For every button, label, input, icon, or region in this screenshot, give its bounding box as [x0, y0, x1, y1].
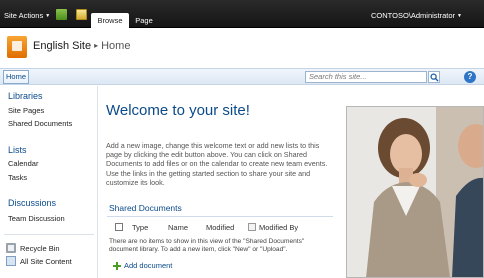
chevron-down-icon: ▼ [457, 13, 462, 19]
document-icon [248, 223, 256, 231]
site-actions-menu[interactable]: Site Actions ▼ [4, 11, 50, 20]
ql-item-shared-documents[interactable]: Shared Documents [8, 119, 72, 128]
ql-item-site-pages[interactable]: Site Pages [8, 106, 44, 115]
empty-list-message: There are no items to show in this view … [109, 238, 305, 254]
search-button[interactable] [428, 71, 440, 83]
chevron-down-icon: ▼ [45, 13, 51, 19]
tab-home[interactable]: Home [3, 70, 29, 84]
ql-heading-libraries[interactable]: Libraries [8, 91, 43, 101]
navigate-up-icon[interactable] [56, 9, 67, 20]
search-input[interactable]: Search this site... [305, 71, 427, 83]
welcome-title: Welcome to your site! [106, 102, 250, 119]
add-icon [113, 262, 121, 270]
column-header-name[interactable]: Name [168, 223, 188, 232]
search-icon [430, 73, 439, 82]
help-icon[interactable]: ? [464, 71, 476, 83]
edit-page-icon[interactable] [76, 9, 87, 20]
ql-item-calendar[interactable]: Calendar [8, 159, 38, 168]
site-actions-label: Site Actions [4, 11, 44, 20]
all-site-content-icon [6, 256, 16, 266]
quick-launch: Libraries Site Pages Shared Documents Li… [0, 86, 98, 278]
ql-divider [4, 234, 94, 235]
column-header-type[interactable]: Type [132, 223, 148, 232]
main-content: Welcome to your site! Add a new image, c… [99, 86, 339, 278]
ql-item-tasks[interactable]: Tasks [8, 173, 27, 182]
ql-heading-lists[interactable]: Lists [8, 145, 27, 155]
photo-frame [346, 106, 484, 278]
shared-documents-title[interactable]: Shared Documents [109, 203, 182, 213]
ql-item-team-discussion[interactable]: Team Discussion [8, 214, 65, 223]
divider [107, 216, 333, 217]
select-all-checkbox[interactable] [115, 223, 123, 231]
ql-heading-discussions[interactable]: Discussions [8, 198, 56, 208]
page-title: Home [101, 40, 131, 52]
site-title-link[interactable]: English Site [33, 40, 91, 52]
welcome-text: Add a new image, change this welcome tex… [106, 141, 328, 187]
all-site-content-link[interactable]: All Site Content [20, 257, 72, 266]
recycle-bin-icon [6, 243, 16, 253]
top-navigation: Home Search this site... ? [0, 68, 484, 85]
user-name: CONTOSO\Administrator [371, 11, 456, 20]
ribbon-bar: Site Actions ▼ Browse Page CONTOSO\Admini… [0, 0, 484, 28]
user-menu[interactable]: CONTOSO\Administrator ▼ [371, 11, 462, 20]
tab-browse[interactable]: Browse [91, 13, 129, 28]
add-document-link[interactable]: Add document [124, 261, 172, 270]
column-header-modified[interactable]: Modified [206, 223, 234, 232]
recycle-bin-link[interactable]: Recycle Bin [20, 244, 60, 253]
title-area: English Site ▸ Home [0, 28, 484, 68]
breadcrumb: English Site ▸ Home [33, 40, 130, 52]
breadcrumb-separator-icon: ▸ [94, 41, 99, 50]
site-logo-icon[interactable] [7, 36, 27, 58]
column-header-modified-by[interactable]: Modified By [259, 223, 298, 232]
welcome-photo [346, 106, 484, 278]
tab-page[interactable]: Page [132, 13, 156, 28]
